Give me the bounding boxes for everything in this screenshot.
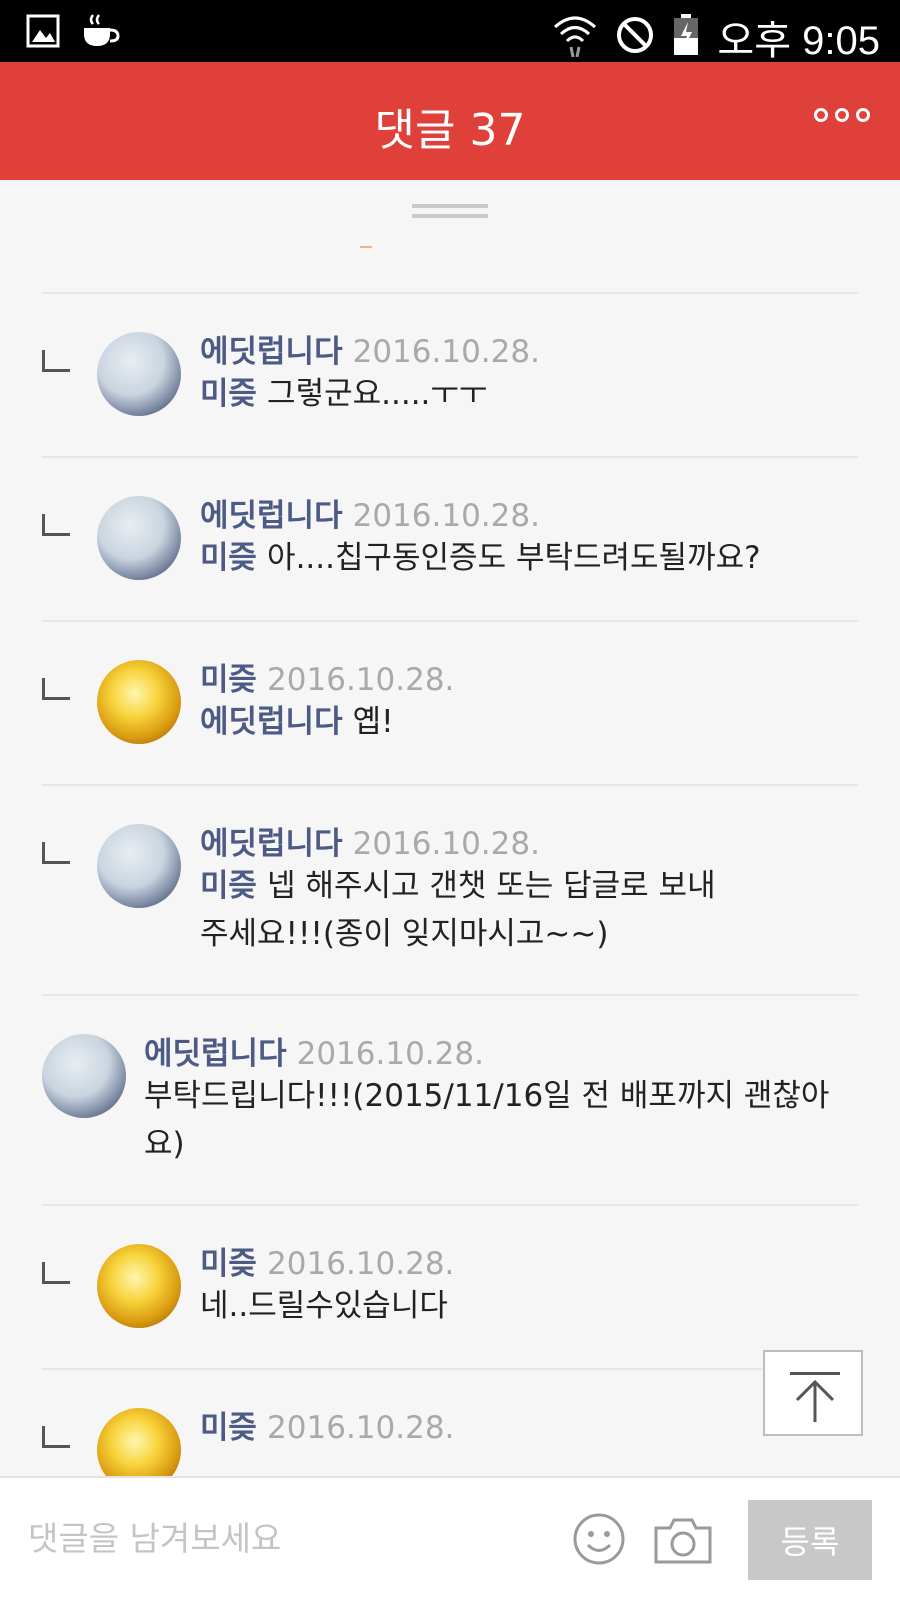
comment-item[interactable]: 미즞 2016.10.28. — [42, 1368, 858, 1476]
comment-meta: 에딧럽니다 2016.10.28. — [200, 490, 540, 535]
comment-mention[interactable]: 에딧럽니다 — [200, 704, 343, 740]
smiley-icon[interactable] — [572, 1512, 626, 1566]
comment-author[interactable]: 에딧럽니다 — [200, 498, 343, 534]
comment-text-block: 에딧럽니다 옙! — [200, 698, 840, 746]
comment-text-block: 부탁드립니다!!!(2015/11/16일 전 배포까지 괜찮아요) — [144, 1072, 834, 1168]
coffee-cup-icon — [80, 12, 122, 54]
comment-input-bar: 등록 — [0, 1476, 900, 1600]
image-icon — [26, 14, 60, 52]
comment-item[interactable]: 미즞 2016.10.28. 네..드릴수있습니다 — [42, 1204, 858, 1368]
comment-date: 2016.10.28. — [352, 826, 540, 862]
page-title: 댓글 37 — [374, 105, 526, 156]
comment-date: 2016.10.28. — [267, 1246, 455, 1282]
comment-item[interactable]: 에딧럽니다 2016.10.28. 미즞 그렇군요.....ㅜㅜ — [42, 292, 858, 456]
comment-text-block: 네..드릴수있습니다 — [200, 1282, 840, 1330]
avatar[interactable] — [97, 1244, 181, 1328]
comment-author[interactable]: 에딧럽니다 — [144, 1036, 287, 1072]
avatar[interactable] — [97, 496, 181, 580]
comment-input[interactable] — [28, 1510, 548, 1566]
comment-text: 네..드릴수있습니다 — [200, 1288, 448, 1324]
reply-indicator-icon — [42, 514, 70, 536]
comment-item[interactable]: 에딧럽니다 2016.10.28. 부탁드립니다!!!(2015/11/16일 전… — [42, 994, 858, 1204]
avatar[interactable] — [42, 1034, 126, 1118]
status-bar: 오후 9:05 — [0, 0, 900, 63]
comment-item[interactable]: 에딧럽니다 2016.10.28. 미즞 아....칩구동인증도 부탁드려도될까요? — [42, 456, 858, 620]
comment-text: 넵 해주시고 갠챗 또는 답글로 보내주세요!!!(종이 잊지마시고~~) — [200, 868, 716, 952]
comment-author[interactable]: 미즞 — [200, 1410, 257, 1446]
comment-date: 2016.10.28. — [296, 1036, 484, 1072]
battery-icon — [673, 14, 699, 60]
comment-text-block: 미즞 그렇군요.....ㅜㅜ — [200, 370, 840, 418]
drag-handle[interactable] — [412, 204, 488, 220]
comment-text: 그렇군요.....ㅜㅜ — [267, 376, 488, 412]
more-dots-icon[interactable] — [814, 108, 870, 122]
comment-meta: 미즞 2016.10.28. — [200, 1238, 454, 1283]
comment-author[interactable]: 미즞 — [200, 662, 257, 698]
comment-meta: 에딧럽니다 2016.10.28. — [200, 326, 540, 371]
comment-author[interactable]: 에딧럽니다 — [200, 334, 343, 370]
comment-text: 부탁드립니다!!!(2015/11/16일 전 배포까지 괜찮아요) — [144, 1078, 830, 1162]
reply-indicator-icon — [42, 1426, 70, 1448]
comment-text-block: 미즞 넵 해주시고 갠챗 또는 답글로 보내주세요!!!(종이 잊지마시고~~) — [200, 862, 730, 958]
comment-text-block: 미즞 아....칩구동인증도 부탁드려도될까요? — [200, 534, 840, 582]
scroll-to-top-button[interactable] — [763, 1350, 863, 1436]
comment-author[interactable]: 에딧럽니다 — [200, 826, 343, 862]
comment-item[interactable]: 미즞 2016.10.28. 에딧럽니다 옙! — [42, 620, 858, 784]
divider — [360, 246, 372, 248]
comment-date: 2016.10.28. — [352, 334, 540, 370]
reply-indicator-icon — [42, 842, 70, 864]
comment-text: 아....칩구동인증도 부탁드려도될까요? — [267, 540, 761, 576]
avatar[interactable] — [97, 824, 181, 908]
comment-author[interactable]: 미즞 — [200, 1246, 257, 1282]
comment-date: 2016.10.28. — [267, 662, 455, 698]
comment-meta: 에딧럽니다 2016.10.28. — [200, 818, 540, 863]
reply-indicator-icon — [42, 678, 70, 700]
status-time: 오후 9:05 — [717, 19, 880, 63]
comment-meta: 에딧럽니다 2016.10.28. — [144, 1028, 484, 1073]
wifi-icon — [553, 13, 597, 61]
app-header: 댓글 37 — [0, 62, 900, 180]
comment-text: 옙! — [352, 704, 394, 740]
reply-indicator-icon — [42, 350, 70, 372]
do-not-disturb-icon — [615, 15, 655, 59]
comment-date: 2016.10.28. — [352, 498, 540, 534]
reply-indicator-icon — [42, 1262, 70, 1284]
comment-mention[interactable]: 미즞 — [200, 540, 257, 576]
comment-list[interactable]: 에딧럽니다 2016.10.28. 미즞 그렇군요.....ㅜㅜ 에딧럽니다 2016… — [0, 180, 900, 1476]
comment-meta: 미즞 2016.10.28. — [200, 1402, 454, 1447]
comment-item[interactable]: 에딧럽니다 2016.10.28. 미즞 넵 해주시고 갠챗 또는 답글로 보내주세… — [42, 784, 858, 994]
submit-button[interactable]: 등록 — [748, 1500, 872, 1580]
avatar[interactable] — [97, 660, 181, 744]
comment-mention[interactable]: 미즞 — [200, 868, 257, 904]
avatar[interactable] — [97, 332, 181, 416]
comment-meta: 미즞 2016.10.28. — [200, 654, 454, 699]
avatar[interactable] — [97, 1408, 181, 1476]
camera-icon[interactable] — [652, 1514, 714, 1566]
comment-date: 2016.10.28. — [267, 1410, 455, 1446]
comment-mention[interactable]: 미즞 — [200, 376, 257, 412]
